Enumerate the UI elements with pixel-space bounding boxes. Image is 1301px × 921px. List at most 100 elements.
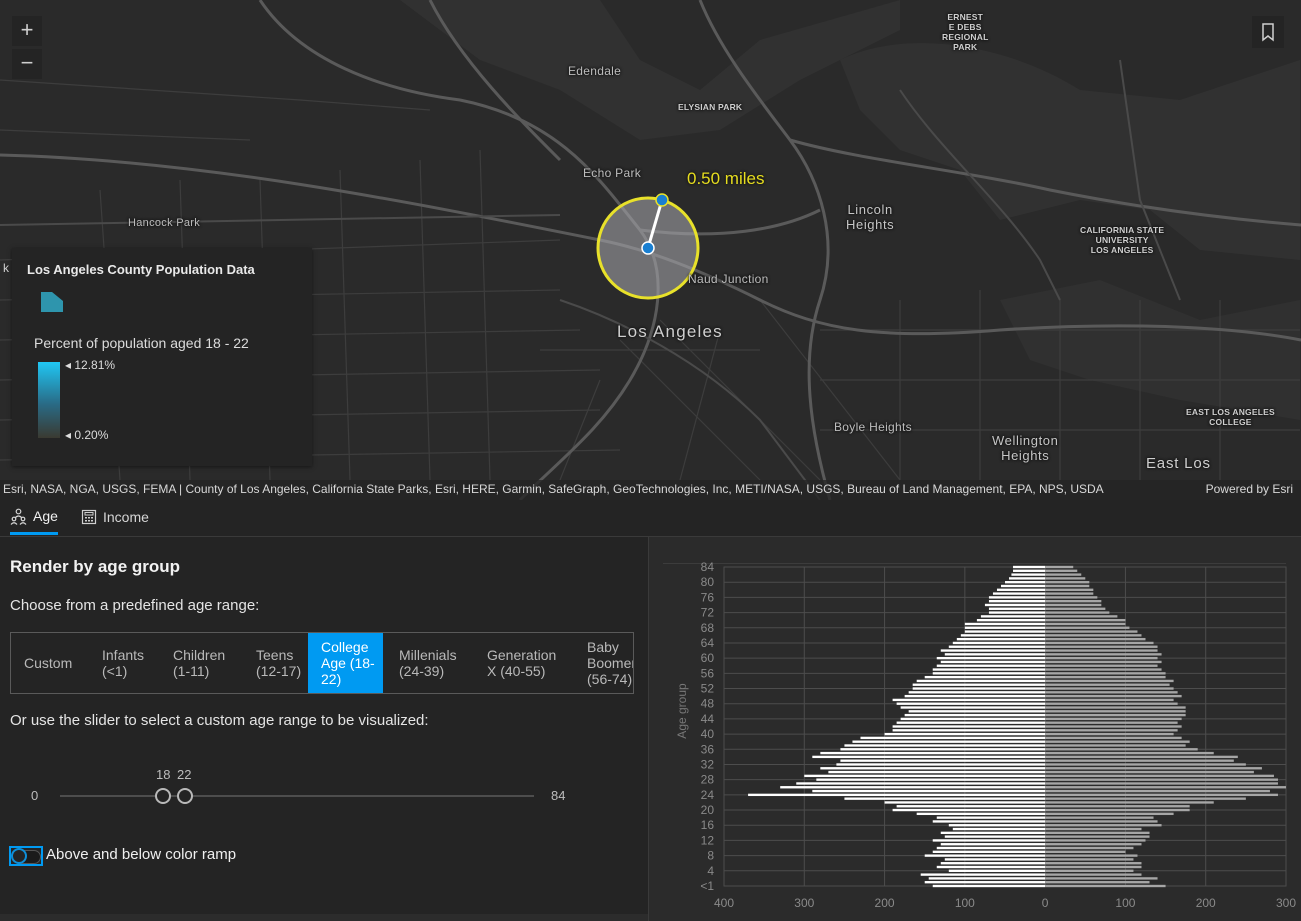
pyramid-bar-left <box>964 626 1046 629</box>
tab-age[interactable]: Age <box>10 500 58 535</box>
pyramid-bar-left <box>980 615 1046 618</box>
tab-income[interactable]: Income <box>81 500 149 534</box>
pyramid-bar-right <box>1045 801 1214 804</box>
pyramid-bar-right <box>1045 877 1158 880</box>
segment-generation-x[interactable]: Generation X (40-55) <box>474 633 574 693</box>
pyramid-bar-right <box>1045 812 1174 816</box>
pyramid-bar-left <box>884 732 1046 736</box>
pyramid-bar-right <box>1045 641 1154 645</box>
y-tick-label: 64 <box>701 636 715 650</box>
pyramid-bar-left <box>924 854 1046 857</box>
y-tick-label: 28 <box>701 773 715 787</box>
legend-min-label: ◂ 0.20% <box>65 428 109 442</box>
pyramid-bar-right <box>1045 774 1274 778</box>
map-view[interactable]: Edendale ELYSIAN PARK ERNEST E DEBS REGI… <box>0 0 1301 500</box>
pyramid-bar-left <box>932 839 1046 842</box>
pyramid-bar-right <box>1045 748 1198 751</box>
segment-millenials[interactable]: Millenials (24-39) <box>386 633 474 693</box>
pyramid-bar-right <box>1045 759 1234 762</box>
color-ramp-toggle[interactable] <box>9 846 43 866</box>
pyramid-bar-right <box>1045 835 1150 838</box>
y-tick-label: 36 <box>701 742 715 756</box>
map-label-east-la-college: EAST LOS ANGELES COLLEGE <box>1186 407 1275 427</box>
pyramid-bar-left <box>992 592 1046 595</box>
y-tick-label: 56 <box>701 666 715 680</box>
pyramid-bar-left <box>932 850 1046 853</box>
segment-custom[interactable]: Custom <box>11 633 89 693</box>
bookmark-icon <box>1262 23 1274 42</box>
pyramid-bar-right <box>1045 850 1126 853</box>
slider-high-thumb[interactable] <box>177 788 193 804</box>
pyramid-bar-right <box>1045 729 1178 732</box>
pyramid-bar-left <box>812 789 1046 793</box>
bookmark-button[interactable] <box>1252 16 1284 48</box>
pyramid-bar-right <box>1045 824 1162 827</box>
pyramid-bar-left <box>976 618 1046 622</box>
zoom-in-button[interactable]: + <box>12 16 42 46</box>
map-label-ernest-debs: ERNEST E DEBS REGIONAL PARK <box>942 12 989 52</box>
pyramid-bar-left <box>940 831 1046 835</box>
y-tick-label: 24 <box>701 788 715 802</box>
pyramid-bar-right <box>1045 588 1094 591</box>
pyramid-bar-left <box>940 660 1046 664</box>
map-label-boyle-heights: Boyle Heights <box>834 420 912 434</box>
pyramid-bar-right <box>1045 573 1082 576</box>
pyramid-bar-left <box>912 683 1046 686</box>
powered-by-esri[interactable]: Powered by Esri <box>1206 480 1293 498</box>
legend-max-value: 12.81% <box>74 358 116 372</box>
pyramid-bar-left <box>1000 584 1046 588</box>
segment-children[interactable]: Children (1-11) <box>160 633 243 693</box>
y-tick-label: 80 <box>701 575 715 589</box>
pyramid-bar-right <box>1045 778 1278 781</box>
pyramid-bar-right <box>1045 732 1174 736</box>
zoom-out-button[interactable]: − <box>12 49 42 79</box>
pyramid-bar-right <box>1045 694 1182 698</box>
segment-college-age[interactable]: College Age (18-22) <box>308 633 383 693</box>
slider-label: Or use the slider to select a custom age… <box>10 712 429 729</box>
pyramid-bar-left <box>796 782 1046 785</box>
map-label-los-angeles: Los Angeles <box>617 322 723 341</box>
pyramid-bar-left <box>988 600 1046 603</box>
pyramid-bar-left <box>892 808 1046 812</box>
pyramid-bar-left <box>932 672 1046 675</box>
y-tick-label: 68 <box>701 621 715 635</box>
legend-max-label: ◂ 12.81% <box>65 358 116 372</box>
segment-infants[interactable]: Infants (<1) <box>89 633 160 693</box>
age-range-segmented-control: Custom Infants (<1) Children (1-11) Teen… <box>10 632 634 694</box>
segment-baby-boomers[interactable]: Baby Boomers (56-74) <box>574 633 633 693</box>
pyramid-bar-left <box>748 793 1046 797</box>
legend-field-label: Percent of population aged 18 - 22 <box>34 335 249 351</box>
pyramid-bar-right <box>1045 751 1214 755</box>
pyramid-bar-left <box>908 691 1046 694</box>
pyramid-bar-left <box>964 622 1046 626</box>
pyramid-bar-right <box>1045 767 1262 770</box>
toggle-label: Above and below color ramp <box>46 846 237 863</box>
pyramid-bar-right <box>1045 744 1186 747</box>
pyramid-bar-left <box>860 736 1046 740</box>
pyramid-bar-right <box>1045 668 1162 671</box>
y-tick-label: 40 <box>701 727 715 741</box>
attribution-text[interactable]: Esri, NASA, NGA, USGS, FEMA | County of … <box>3 480 1104 498</box>
slider-track[interactable] <box>60 795 534 797</box>
pyramid-bar-left <box>984 603 1046 607</box>
pyramid-bar-right <box>1045 854 1138 857</box>
slider-high-value: 22 <box>177 767 192 782</box>
pyramid-bar-right <box>1045 789 1270 793</box>
pyramid-bar-right <box>1045 584 1090 588</box>
pyramid-bar-right <box>1045 565 1074 569</box>
slider-low-thumb[interactable] <box>155 788 171 804</box>
pyramid-bar-left <box>996 588 1046 591</box>
pyramid-bar-left <box>900 706 1046 709</box>
y-tick-label: 60 <box>701 651 715 665</box>
segment-teens[interactable]: Teens (12-17) <box>243 633 308 693</box>
y-tick-label: 4 <box>707 864 714 878</box>
population-pyramid-panel: <1 4 8 12 16 20 24 28 32 36 40 44 48 52 56 60 64 68 72 76 80… <box>648 537 1301 921</box>
pyramid-bar-right <box>1045 865 1142 869</box>
pyramid-bar-right <box>1045 831 1150 835</box>
pyramid-bar-right <box>1045 858 1134 861</box>
pyramid-bar-left <box>948 824 1046 827</box>
pyramid-bar-left <box>940 649 1046 652</box>
y-tick-label: 8 <box>707 849 714 863</box>
map-label-echo-park: Echo Park <box>583 166 642 180</box>
pyramid-bar-right <box>1045 717 1182 721</box>
